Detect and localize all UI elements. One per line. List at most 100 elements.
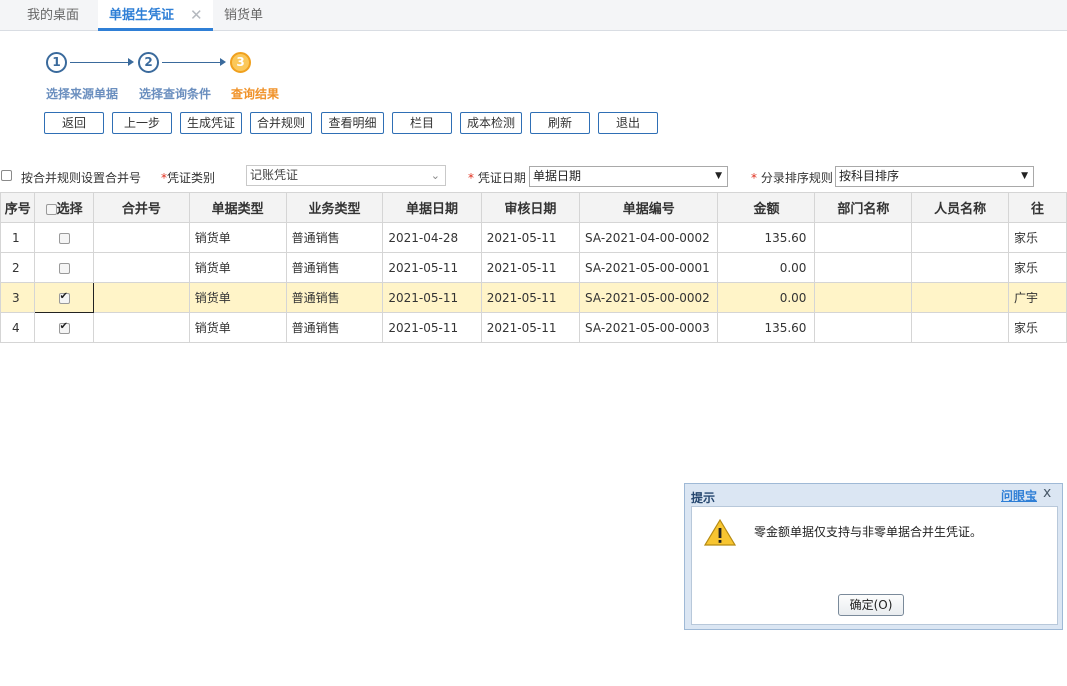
- tab-voucher-generation[interactable]: 单据生凭证 ✕: [98, 0, 213, 31]
- cell-amount: 135.60: [717, 222, 816, 253]
- col-header-biz-type[interactable]: 业务类型: [285, 192, 384, 223]
- cell-audit-date: 2021-05-11: [480, 222, 581, 253]
- cell-merge-no[interactable]: [92, 252, 190, 283]
- dropdown-arrow-icon: ▼: [715, 171, 722, 181]
- cell-select[interactable]: [34, 252, 94, 283]
- tab-sales-order[interactable]: 销货单: [224, 0, 263, 31]
- warning-icon: [704, 518, 736, 546]
- cell-select[interactable]: [34, 222, 94, 253]
- cell-doc-type: 销货单: [188, 222, 287, 253]
- refresh-button[interactable]: 刷新: [530, 112, 590, 134]
- col-header-dept[interactable]: 部门名称: [814, 192, 913, 223]
- table-header-row: 序号 选择 合并号 单据类型 业务类型 单据日期 审核日期 单据编号 金额 部门…: [0, 192, 1067, 223]
- table-row[interactable]: 1 销货单 普通销售 2021-04-28 2021-05-11 SA-2021…: [0, 222, 1067, 253]
- cell-merge-no[interactable]: [92, 222, 190, 253]
- dialog-title: 提示: [691, 491, 716, 505]
- cell-doc-date: 2021-05-11: [382, 252, 482, 283]
- col-header-person[interactable]: 人员名称: [911, 192, 1009, 223]
- step-2-circle: 2: [138, 52, 159, 73]
- cell-audit-date: 2021-05-11: [480, 282, 581, 313]
- entry-sort-label: * 分录排序规则: [751, 171, 833, 185]
- col-header-doc-type[interactable]: 单据类型: [188, 192, 287, 223]
- cell-amount: 0.00: [717, 282, 816, 313]
- cell-dept: [814, 222, 913, 253]
- col-header-amount[interactable]: 金额: [717, 192, 816, 223]
- cell-person: [911, 312, 1009, 343]
- col-header-doc-no[interactable]: 单据编号: [579, 192, 719, 223]
- voucher-date-select[interactable]: 单据日期 ▼: [529, 166, 728, 187]
- cell-select[interactable]: [34, 282, 94, 313]
- cell-merge-no[interactable]: [92, 312, 190, 343]
- cell-amount: 0.00: [717, 252, 816, 283]
- step-1-circle: 1: [46, 52, 67, 73]
- cell-merge-no[interactable]: [92, 282, 190, 313]
- cell-partner: 家乐: [1007, 222, 1067, 253]
- entry-sort-select[interactable]: 按科目排序 ▼: [835, 166, 1034, 187]
- row-checkbox[interactable]: [58, 291, 70, 304]
- dropdown-arrow-icon: ▼: [1021, 171, 1028, 181]
- cell-index: 3: [0, 282, 36, 313]
- cell-person: [911, 222, 1009, 253]
- cell-index: 1: [0, 222, 36, 253]
- cell-biz-type: 普通销售: [285, 282, 384, 313]
- cell-doc-no[interactable]: SA-2021-04-00-0002: [579, 222, 719, 253]
- cell-select[interactable]: [34, 312, 94, 343]
- cell-audit-date: 2021-05-11: [480, 252, 581, 283]
- merge-by-rule-label: 按合并规则设置合并号: [21, 171, 142, 185]
- cell-dept: [814, 282, 913, 313]
- step-arrow-icon: [70, 58, 134, 66]
- generate-voucher-button[interactable]: 生成凭证: [180, 112, 242, 134]
- cell-doc-date: 2021-04-28: [382, 222, 482, 253]
- prev-step-button[interactable]: 上一步: [112, 112, 172, 134]
- view-detail-button[interactable]: 查看明细: [321, 112, 384, 134]
- cell-biz-type: 普通销售: [285, 252, 384, 283]
- row-checkbox[interactable]: [58, 321, 70, 334]
- cell-partner: 家乐: [1007, 312, 1067, 343]
- cell-doc-no[interactable]: SA-2021-05-00-0003: [579, 312, 719, 343]
- cell-doc-no[interactable]: SA-2021-05-00-0002: [579, 282, 719, 313]
- close-icon[interactable]: ✕: [190, 0, 203, 31]
- cell-doc-no[interactable]: SA-2021-05-00-0001: [579, 252, 719, 283]
- cell-index: 2: [0, 252, 36, 283]
- col-header-merge-no[interactable]: 合并号: [92, 192, 190, 223]
- cell-amount: 135.60: [717, 312, 816, 343]
- table-row-selected[interactable]: 3 销货单 普通销售 2021-05-11 2021-05-11 SA-2021…: [0, 282, 1067, 313]
- voucher-date-label: * 凭证日期: [468, 171, 526, 185]
- cell-index: 4: [0, 312, 36, 343]
- cell-biz-type: 普通销售: [285, 312, 384, 343]
- row-checkbox[interactable]: [58, 232, 70, 244]
- cell-biz-type: 普通销售: [285, 222, 384, 253]
- cell-doc-date: 2021-05-11: [382, 312, 482, 343]
- col-header-partner[interactable]: 往: [1007, 192, 1067, 223]
- step-1-label[interactable]: 选择来源单据: [46, 85, 118, 102]
- step-3-circle: 3: [230, 52, 251, 73]
- cell-doc-date: 2021-05-11: [382, 282, 482, 313]
- tab-my-desktop[interactable]: 我的桌面: [27, 0, 79, 31]
- cell-person: [911, 252, 1009, 283]
- voucher-source-table: 序号 选择 合并号 单据类型 业务类型 单据日期 审核日期 单据编号 金额 部门…: [0, 192, 1067, 343]
- exit-button[interactable]: 退出: [598, 112, 658, 134]
- col-header-select[interactable]: 选择: [34, 192, 94, 223]
- cell-audit-date: 2021-05-11: [480, 312, 581, 343]
- cost-check-button[interactable]: 成本检测: [460, 112, 522, 134]
- close-icon[interactable]: x: [1043, 485, 1051, 501]
- merge-by-rule-checkbox[interactable]: [1, 170, 12, 181]
- step-2-label[interactable]: 选择查询条件: [139, 85, 211, 102]
- cell-doc-type: 销货单: [188, 252, 287, 283]
- col-header-doc-date[interactable]: 单据日期: [382, 192, 482, 223]
- chevron-down-icon: ⌄: [430, 169, 440, 182]
- merge-rules-button[interactable]: 合并规则: [250, 112, 312, 134]
- back-button[interactable]: 返回: [44, 112, 104, 134]
- table-row[interactable]: 2 销货单 普通销售 2021-05-11 2021-05-11 SA-2021…: [0, 252, 1067, 283]
- columns-button[interactable]: 栏目: [392, 112, 452, 134]
- row-checkbox[interactable]: [58, 262, 70, 274]
- voucher-type-select[interactable]: 记账凭证 ⌄: [246, 165, 446, 186]
- dialog-help-link[interactable]: 问眼宝: [1001, 487, 1037, 504]
- col-header-audit-date[interactable]: 审核日期: [480, 192, 581, 223]
- cell-doc-type: 销货单: [188, 282, 287, 313]
- step-arrow-icon: [162, 58, 226, 66]
- ok-button[interactable]: 确定(O): [838, 594, 904, 616]
- table-row[interactable]: 4 销货单 普通销售 2021-05-11 2021-05-11 SA-2021…: [0, 312, 1067, 343]
- cell-partner: 广宇: [1007, 282, 1067, 313]
- select-all-checkbox[interactable]: [45, 204, 57, 215]
